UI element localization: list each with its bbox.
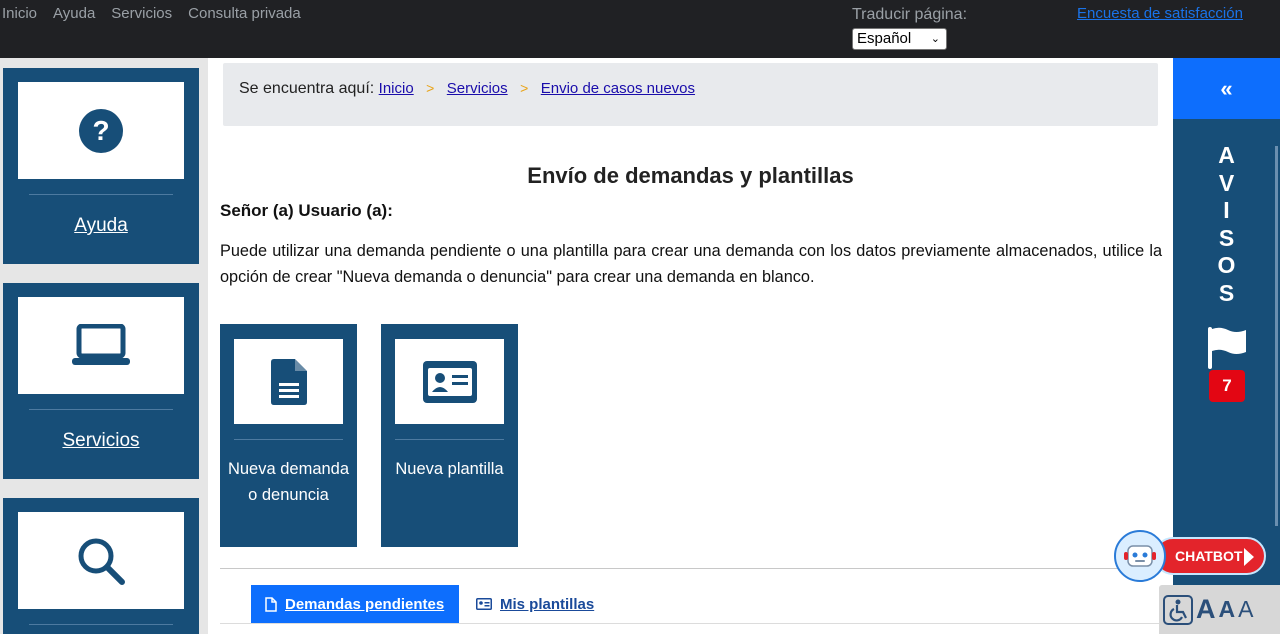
breadcrumb-item-inicio[interactable]: Inicio [379,80,414,97]
translate-label: Traducir página: [852,6,968,23]
breadcrumb-separator: > [520,80,529,96]
id-card-icon [422,360,477,403]
sidebar-item-ayuda[interactable]: ? Ayuda [3,68,199,264]
breadcrumb-separator: > [426,80,435,96]
font-decrease-button[interactable]: A [1219,596,1236,623]
document-icon [270,358,307,405]
language-selected: Español [857,30,912,47]
divider [395,439,504,440]
wheelchair-icon[interactable] [1163,594,1193,625]
avisos-letter: V [1218,169,1235,196]
avisos-letter: O [1217,252,1236,278]
accessibility-toolbar: A A A [1159,585,1280,634]
avisos-letter: S [1218,279,1235,306]
file-icon [265,596,277,612]
avisos-count-badge: 7 [1209,370,1245,402]
chatbot-label: CHATBOT [1175,548,1243,564]
play-arrow-icon [1244,548,1254,566]
action-image [395,339,504,424]
top-nav: Inicio Ayuda Servicios Consulta privada [2,5,317,22]
avisos-label[interactable]: A V I S O S [1173,142,1280,307]
breadcrumb-item-servicios[interactable]: Servicios [447,80,508,97]
search-icon [78,538,125,585]
font-increase-button[interactable]: A [1196,594,1216,625]
chatbot-button[interactable]: CHATBOT [1114,530,1266,582]
sidebar-item-consulta[interactable] [3,498,199,634]
question-circle-icon: ? [79,108,123,153]
chevron-down-icon: ⌄ [930,33,940,45]
intro-text: Puede utilizar una demanda pendiente o u… [220,242,1162,286]
divider [29,624,173,625]
id-card-icon [476,598,492,610]
robot-icon [1114,530,1166,582]
language-select[interactable]: Español ⌄ [852,28,947,50]
avisos-letter: S [1218,224,1235,251]
divider [29,409,173,410]
top-bar: Inicio Ayuda Servicios Consulta privada … [0,0,1280,58]
flag-icon[interactable] [1206,326,1248,370]
laptop-icon [72,323,130,365]
page-title: Envío de demandas y plantillas [527,163,854,188]
new-template-label: Nueva plantilla [395,460,504,478]
tab-label: Mis plantillas [500,595,595,613]
collapse-button[interactable]: « [1173,58,1280,119]
new-template-button[interactable]: Nueva plantilla [381,324,518,547]
survey-link[interactable]: Encuesta de satisfacción [1077,5,1243,22]
svg-text:?: ? [92,115,109,146]
sidebar-item-image [18,297,184,394]
breadcrumb: Se encuentra aquí: Inicio > Servicios > … [223,63,1158,126]
action-image [234,339,343,424]
breadcrumb-item-envio[interactable]: Envio de casos nuevos [541,80,695,97]
sidebar-item-image: ? [18,82,184,179]
top-nav-consulta-privada[interactable]: Consulta privada [188,5,301,22]
new-demand-label: Nueva demanda o denuncia [227,460,350,504]
tab-label: Demandas pendientes [285,595,445,613]
scrollbar[interactable] [1275,146,1278,526]
top-nav-ayuda[interactable]: Ayuda [53,5,95,22]
tab-mis-plantillas[interactable]: Mis plantillas [476,585,594,623]
greeting: Señor (a) Usuario (a): [220,201,393,220]
avisos-letter: A [1218,142,1235,168]
divider [234,439,343,440]
avisos-letter: I [1223,197,1230,223]
new-demand-button[interactable]: Nueva demanda o denuncia [220,324,357,547]
breadcrumb-prefix: Se encuentra aquí: [239,80,375,97]
sidebar-item-label[interactable]: Ayuda [3,215,199,237]
sidebar-item-label[interactable]: Servicios [3,430,199,452]
tab-baseline [220,623,1166,624]
section-divider [220,568,1166,569]
font-reset-button[interactable]: A [1238,596,1253,623]
divider [29,194,173,195]
chatbot-pill: CHATBOT [1154,537,1266,575]
tab-demandas-pendientes[interactable]: Demandas pendientes [251,585,459,623]
sidebar-item-image [18,512,184,609]
left-sidebar: ? Ayuda Servicios [0,58,208,634]
top-nav-inicio[interactable]: Inicio [2,5,37,22]
top-nav-servicios[interactable]: Servicios [111,5,172,22]
sidebar-item-servicios[interactable]: Servicios [3,283,199,479]
